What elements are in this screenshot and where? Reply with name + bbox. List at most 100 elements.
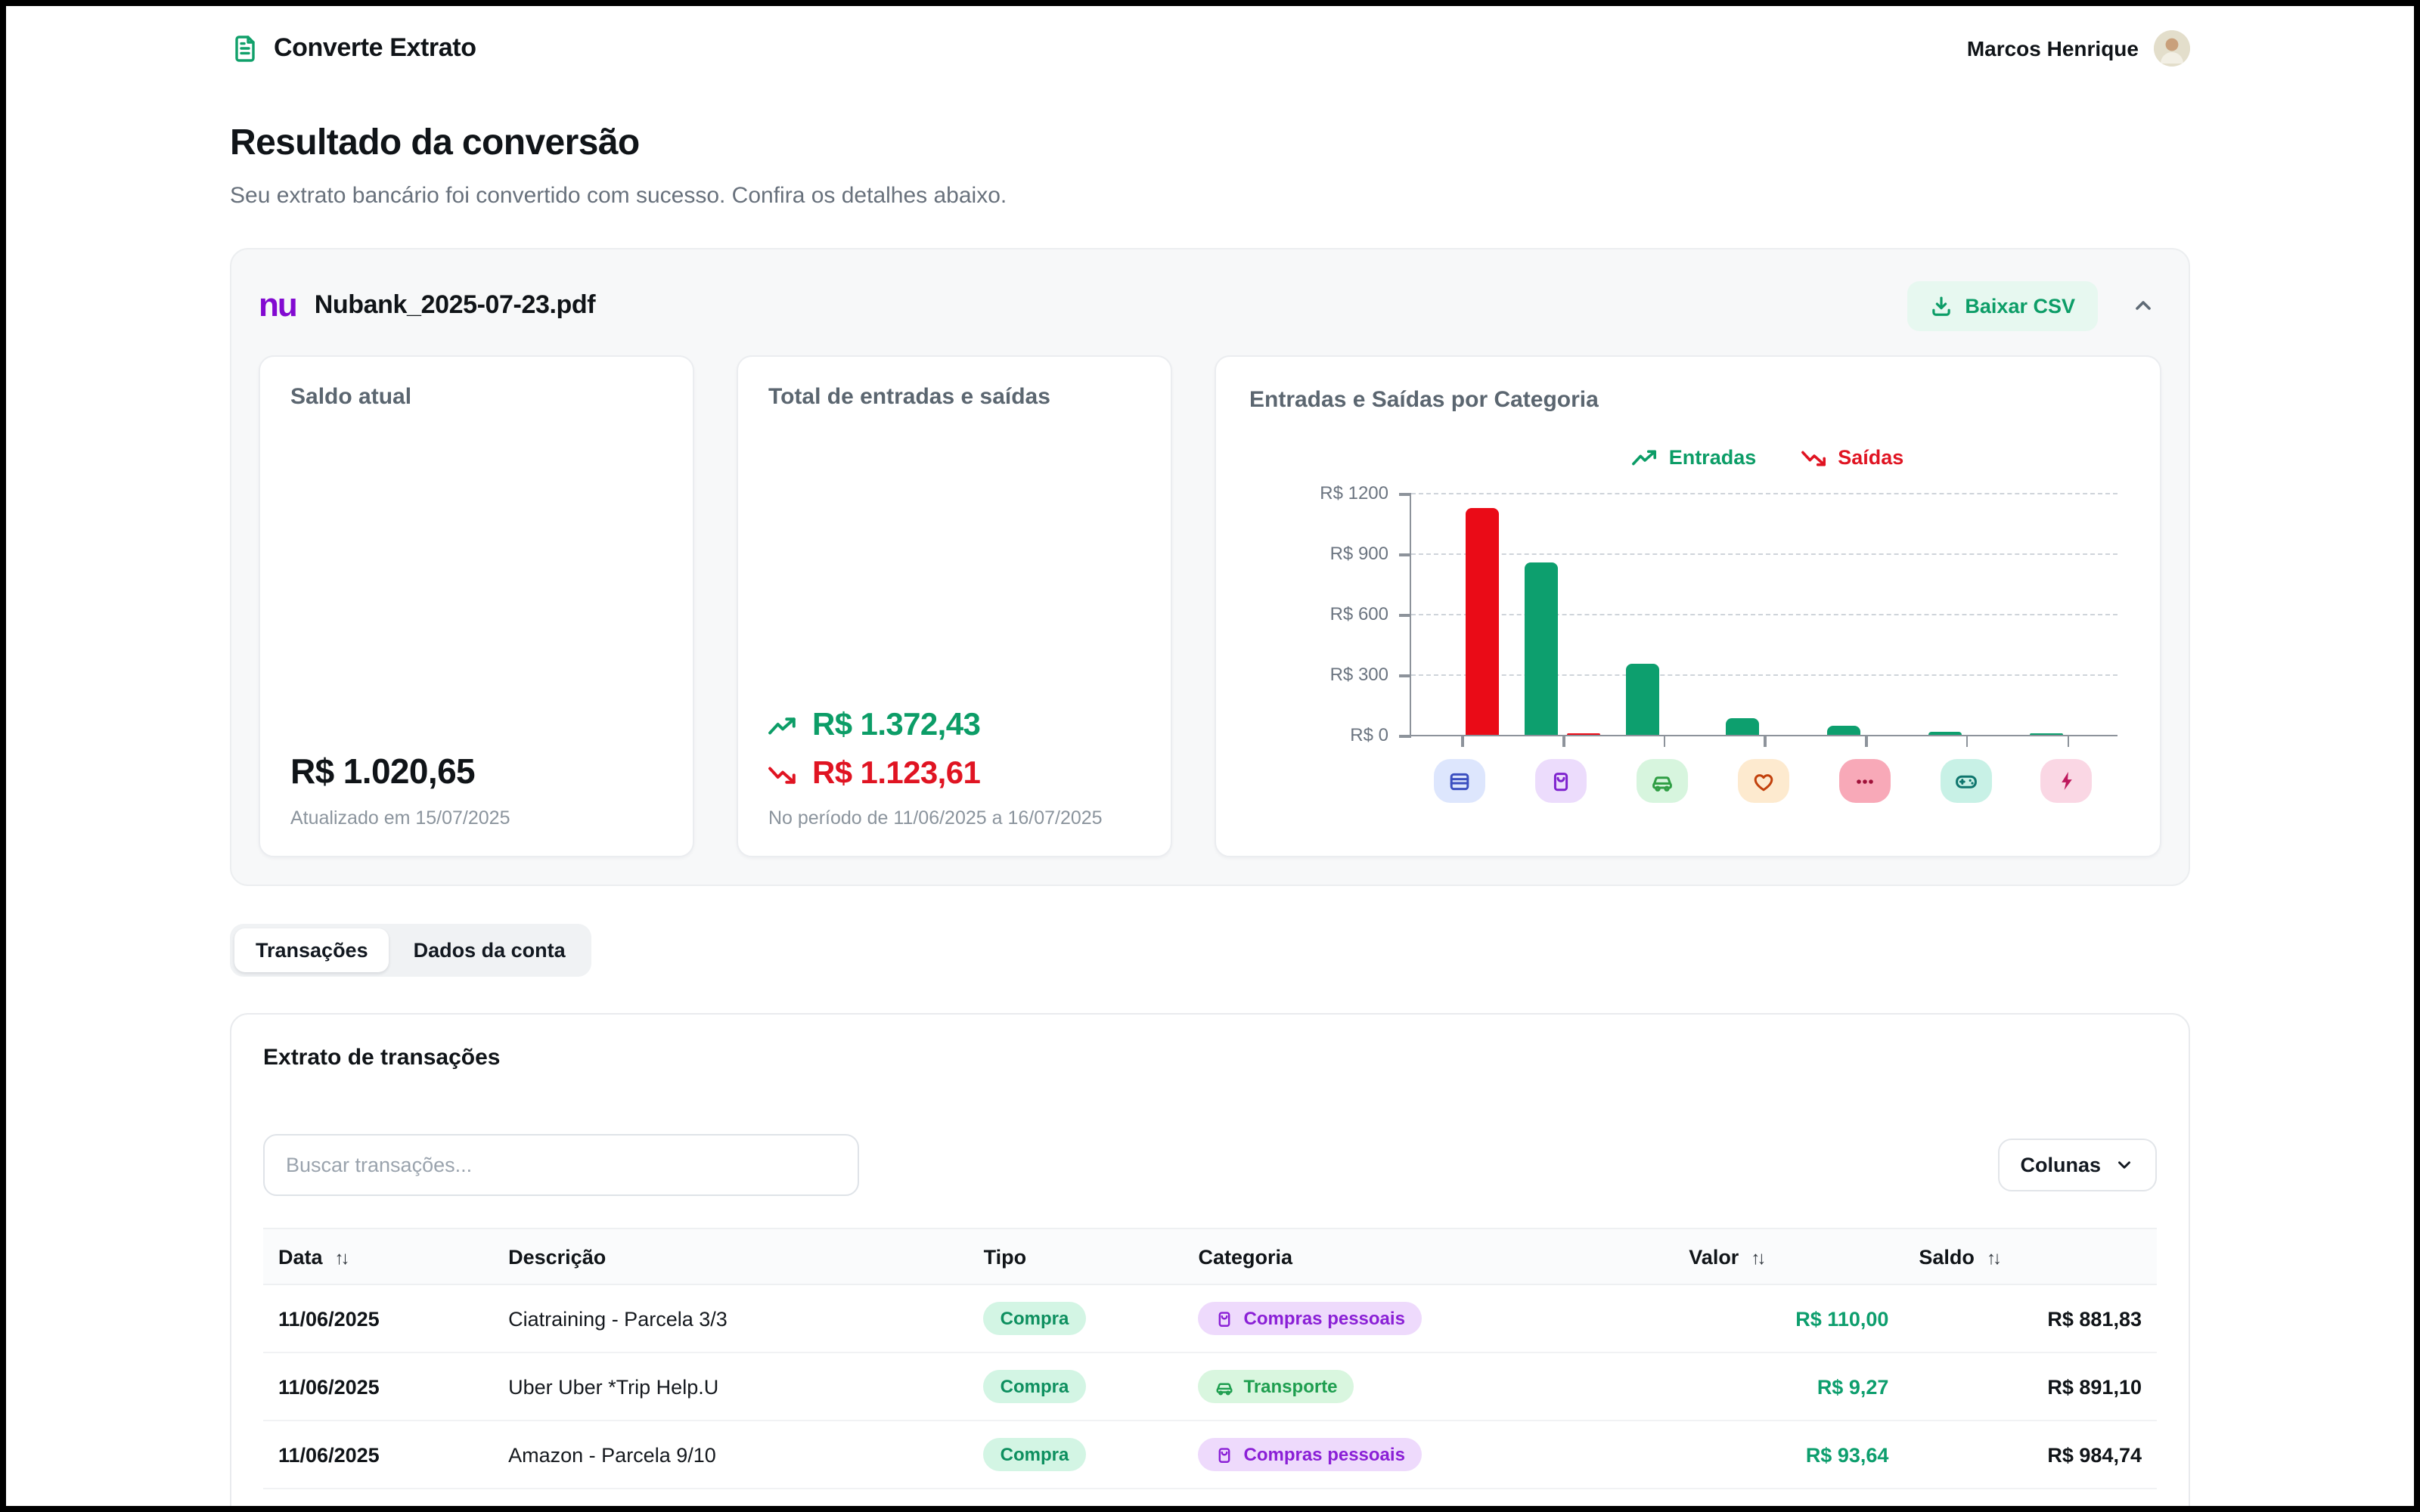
chevron-up-icon: [2131, 293, 2155, 318]
sort-icon[interactable]: ↑↓: [1751, 1247, 1763, 1268]
tab-dados-da-conta[interactable]: Dados da conta: [392, 928, 587, 972]
transactions-card: Extrato de transações Colunas D: [230, 1013, 2190, 1506]
saldo-title: Saldo atual: [290, 384, 662, 410]
bar-entradas-shopping-bag: [1525, 562, 1558, 735]
saldo-caption: Atualizado em 15/07/2025: [290, 807, 662, 829]
y-tick-label: R$ 900: [1330, 543, 1388, 564]
bar-group-shopping-bag: [1520, 493, 1605, 735]
lightning-icon: [2041, 759, 2093, 803]
chart-y-axis: R$ 1200R$ 900R$ 600R$ 300R$ 0: [1249, 493, 1410, 735]
tipo-badge: Compra: [984, 1302, 1086, 1335]
cell-data: 11/06/2025: [263, 1421, 493, 1489]
y-tick-label: R$ 300: [1330, 664, 1388, 685]
cell-data: 11/06/2025: [263, 1284, 493, 1352]
tipo-badge: Compra: [984, 1370, 1086, 1403]
brand-logo[interactable]: Converte Extrato: [230, 33, 476, 64]
sort-icon[interactable]: ↑↓: [1987, 1247, 1999, 1268]
column-header-valor[interactable]: Valor↑↓: [1674, 1228, 1903, 1284]
chart-legend: Entradas Saídas: [1410, 446, 2127, 469]
columns-button-label: Colunas: [2020, 1154, 2101, 1176]
trend-up-icon: [1633, 448, 1658, 466]
transactions-table: Data↑↓DescriçãoTipoCategoriaValor↑↓Saldo…: [263, 1228, 2157, 1489]
heart-icon: [1738, 759, 1789, 803]
legend-saidas: Saídas: [1801, 446, 1903, 469]
page-title: Resultado da conversão: [230, 122, 2190, 165]
bar-entradas-gamepad: [1928, 731, 1962, 735]
bar-group-gamepad: [1924, 493, 2009, 735]
entradas-total: R$ 1.372,43: [768, 708, 1140, 744]
totais-title: Total de entradas e saídas: [768, 384, 1140, 410]
shopping-bag-icon: [1215, 1445, 1235, 1464]
y-tick-label: R$ 600: [1330, 603, 1388, 624]
nubank-logo: nu: [259, 289, 296, 322]
avatar: [2154, 30, 2190, 67]
totais-card: Total de entradas e saídas R$ 1.372,43: [737, 355, 1172, 857]
top-bar: Converte Extrato Marcos Henrique: [230, 6, 2190, 67]
bar-saidas-credit-card: [1466, 509, 1500, 735]
categoria-badge: Compras pessoais: [1199, 1438, 1422, 1471]
bar-group-lightning: [2024, 493, 2109, 735]
cell-valor: R$ 110,00: [1674, 1284, 1903, 1352]
cell-saldo: R$ 891,10: [1903, 1352, 2157, 1421]
bar-entradas-lightning: [2029, 733, 2062, 735]
cell-tipo: Compra: [969, 1421, 1184, 1489]
tipo-badge: Compra: [984, 1438, 1086, 1471]
brand-name: Converte Extrato: [274, 33, 476, 64]
collapse-card-button[interactable]: [2125, 287, 2161, 324]
bar-group-credit-card: [1419, 493, 1504, 735]
transaction-row[interactable]: 11/06/2025Uber Uber *Trip Help.UCompraTr…: [263, 1352, 2157, 1421]
transaction-row[interactable]: 11/06/2025Ciatraining - Parcela 3/3 Compr…: [263, 1284, 2157, 1352]
cell-valor: R$ 93,64: [1674, 1421, 1903, 1489]
columns-button[interactable]: Colunas: [1997, 1139, 2157, 1191]
y-tick-label: R$ 1200: [1320, 482, 1388, 503]
legend-entradas: Entradas: [1633, 446, 1757, 469]
bar-chart: R$ 1200R$ 900R$ 600R$ 300R$ 0: [1249, 493, 2127, 736]
column-header-categoria: Categoria: [1184, 1228, 1674, 1284]
bar-entradas-more-dots: [1827, 726, 1860, 735]
car-icon: [1215, 1377, 1235, 1396]
saldo-card: Saldo atual R$ 1.020,65 Atualizado em 15…: [259, 355, 694, 857]
column-header-tipo: Tipo: [969, 1228, 1184, 1284]
entradas-total-value: R$ 1.372,43: [812, 708, 980, 744]
column-header-descricao: Descrição: [493, 1228, 969, 1284]
transaction-row[interactable]: 11/06/2025Amazon - Parcela 9/10CompraCom…: [263, 1421, 2157, 1489]
cell-saldo: R$ 984,74: [1903, 1421, 2157, 1489]
user-menu[interactable]: Marcos Henrique: [1967, 30, 2190, 67]
user-name: Marcos Henrique: [1967, 36, 2139, 60]
bar-group-heart: [1722, 493, 1807, 735]
tab-transacoes[interactable]: Transações: [234, 928, 389, 972]
cell-tipo: Compra: [969, 1284, 1184, 1352]
file-name: Nubank_2025-07-23.pdf: [315, 290, 595, 321]
view-tabs: TransaçõesDados da conta: [230, 924, 591, 977]
car-icon: [1637, 759, 1688, 803]
totais-caption: No período de 11/06/2025 a 16/07/2025: [768, 807, 1140, 829]
gamepad-icon: [1940, 759, 1991, 803]
chart-title: Entradas e Saídas por Categoria: [1249, 387, 2127, 413]
column-header-data[interactable]: Data↑↓: [263, 1228, 493, 1284]
chart-plot-area: [1410, 493, 2118, 736]
document-icon: [230, 33, 260, 64]
credit-card-icon: [1435, 759, 1486, 803]
trend-up-icon: [768, 716, 797, 736]
download-csv-button[interactable]: Baixar CSV: [1907, 280, 2098, 330]
cell-categoria: Transporte: [1184, 1352, 1674, 1421]
search-input[interactable]: [263, 1134, 859, 1196]
categoria-badge: Transporte: [1199, 1370, 1354, 1403]
y-tick-label: R$ 0: [1350, 724, 1388, 745]
table-header-row: Data↑↓DescriçãoTipoCategoriaValor↑↓Saldo…: [263, 1228, 2157, 1284]
column-header-saldo[interactable]: Saldo↑↓: [1903, 1228, 2157, 1284]
cell-descricao: Ciatraining - Parcela 3/3: [493, 1284, 969, 1352]
categoria-badge: Compras pessoais: [1199, 1302, 1422, 1335]
cell-descricao: Uber Uber *Trip Help.U: [493, 1352, 969, 1421]
sort-icon[interactable]: ↑↓: [335, 1247, 347, 1268]
app-window: Converte Extrato Marcos Henrique Resulta…: [6, 6, 2414, 1506]
bar-entradas-heart: [1727, 717, 1760, 735]
cell-tipo: Compra: [969, 1352, 1184, 1421]
bar-group-more-dots: [1823, 493, 1907, 735]
chart-category-icons: [1410, 759, 2118, 803]
saidas-total: R$ 1.123,61: [768, 756, 1140, 792]
trend-down-icon: [1801, 448, 1827, 466]
bar-group-car: [1621, 493, 1706, 735]
page-subtitle: Seu extrato bancário foi convertido com …: [230, 183, 2190, 209]
download-icon: [1930, 294, 1953, 317]
